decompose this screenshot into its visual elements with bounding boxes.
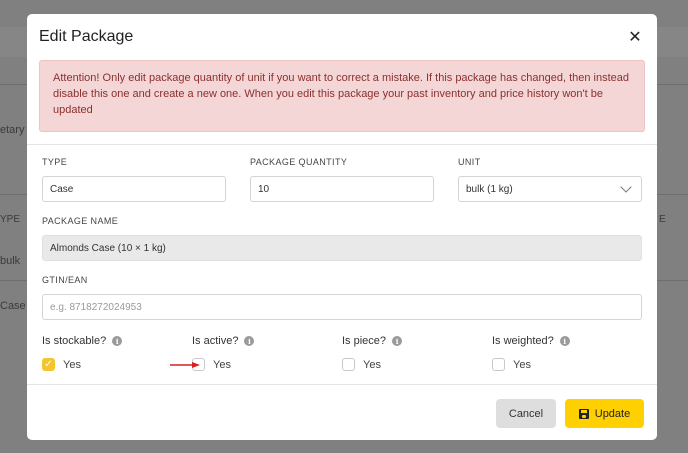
type-label: TYPE (42, 157, 68, 167)
package-name-input: Almonds Case (10 × 1 kg) (42, 235, 642, 261)
chevron-down-icon (620, 181, 632, 193)
piece-label: Is piece? (342, 335, 387, 347)
package-quantity-input[interactable]: 10 (250, 176, 434, 202)
piece-option[interactable]: Yes (342, 358, 492, 371)
weighted-label: Is weighted? (492, 335, 554, 347)
modal-title: Edit Package (39, 28, 134, 45)
weighted-checkbox[interactable] (492, 358, 505, 371)
info-icon[interactable]: i (112, 336, 123, 346)
info-icon[interactable]: i (244, 336, 255, 346)
gtin-input[interactable]: e.g. 8718272024953 (42, 294, 642, 320)
form-row-top: TYPE Case PACKAGE QUANTITY 10 UNIT bulk … (42, 157, 642, 202)
background-text: etary (0, 124, 25, 136)
info-icon[interactable]: i (559, 336, 570, 346)
modal-header: Edit Package ✕ (27, 14, 657, 60)
annotation-arrow-icon (170, 362, 200, 368)
package-quantity-field: PACKAGE QUANTITY 10 (250, 157, 434, 202)
update-button-label: Update (594, 407, 631, 420)
warning-alert: Attention! Only edit package quantity of… (39, 60, 645, 132)
edit-package-modal: Edit Package ✕ Attention! Only edit pack… (27, 14, 657, 440)
unit-field: UNIT bulk (1 kg) (458, 157, 642, 202)
background-text: Case (0, 300, 26, 312)
type-field: TYPE Case (42, 157, 226, 202)
unit-select[interactable]: bulk (1 kg) (458, 176, 642, 202)
active-option-label: Yes (213, 358, 231, 371)
stockable-title: Is stockable? i (42, 334, 192, 348)
close-icon[interactable]: ✕ (625, 27, 645, 47)
active-group: Is active? i Yes (192, 334, 342, 371)
active-label: Is active? (192, 335, 239, 347)
background-text: bulk (0, 255, 21, 267)
form-body: TYPE Case PACKAGE QUANTITY 10 UNIT bulk … (27, 157, 657, 371)
piece-option-label: Yes (363, 358, 381, 371)
unit-select-value: bulk (1 kg) (466, 183, 513, 195)
gtin-field: GTIN/EAN e.g. 8718272024953 (42, 275, 642, 320)
active-title: Is active? i (192, 334, 342, 348)
header-divider (27, 144, 657, 145)
weighted-option[interactable]: Yes (492, 358, 642, 371)
weighted-title: Is weighted? i (492, 334, 642, 348)
stockable-option-label: Yes (63, 358, 81, 371)
piece-group: Is piece? i Yes (342, 334, 492, 371)
update-button[interactable]: Update (565, 399, 644, 428)
active-option[interactable]: Yes (192, 358, 342, 371)
weighted-option-label: Yes (513, 358, 531, 371)
unit-label: UNIT (458, 157, 481, 167)
package-name-label: PACKAGE NAME (42, 216, 119, 226)
stockable-label: Is stockable? (42, 335, 107, 347)
background-text: YPE (0, 214, 21, 225)
piece-title: Is piece? i (342, 334, 492, 348)
package-quantity-label: PACKAGE QUANTITY (250, 157, 348, 167)
info-icon[interactable]: i (392, 336, 403, 346)
weighted-group: Is weighted? i Yes (492, 334, 642, 371)
cancel-button[interactable]: Cancel (496, 399, 556, 428)
piece-checkbox[interactable] (342, 358, 355, 371)
save-icon (578, 408, 589, 419)
footer-divider (27, 384, 657, 385)
package-name-field: PACKAGE NAME Almonds Case (10 × 1 kg) (42, 216, 642, 261)
gtin-label: GTIN/EAN (42, 275, 88, 285)
checkbox-groups: Is stockable? i ✓ Yes Is active? i Yes I… (42, 334, 642, 371)
stockable-checkbox[interactable]: ✓ (42, 358, 55, 371)
type-input[interactable]: Case (42, 176, 226, 202)
background-text: E (659, 214, 666, 225)
